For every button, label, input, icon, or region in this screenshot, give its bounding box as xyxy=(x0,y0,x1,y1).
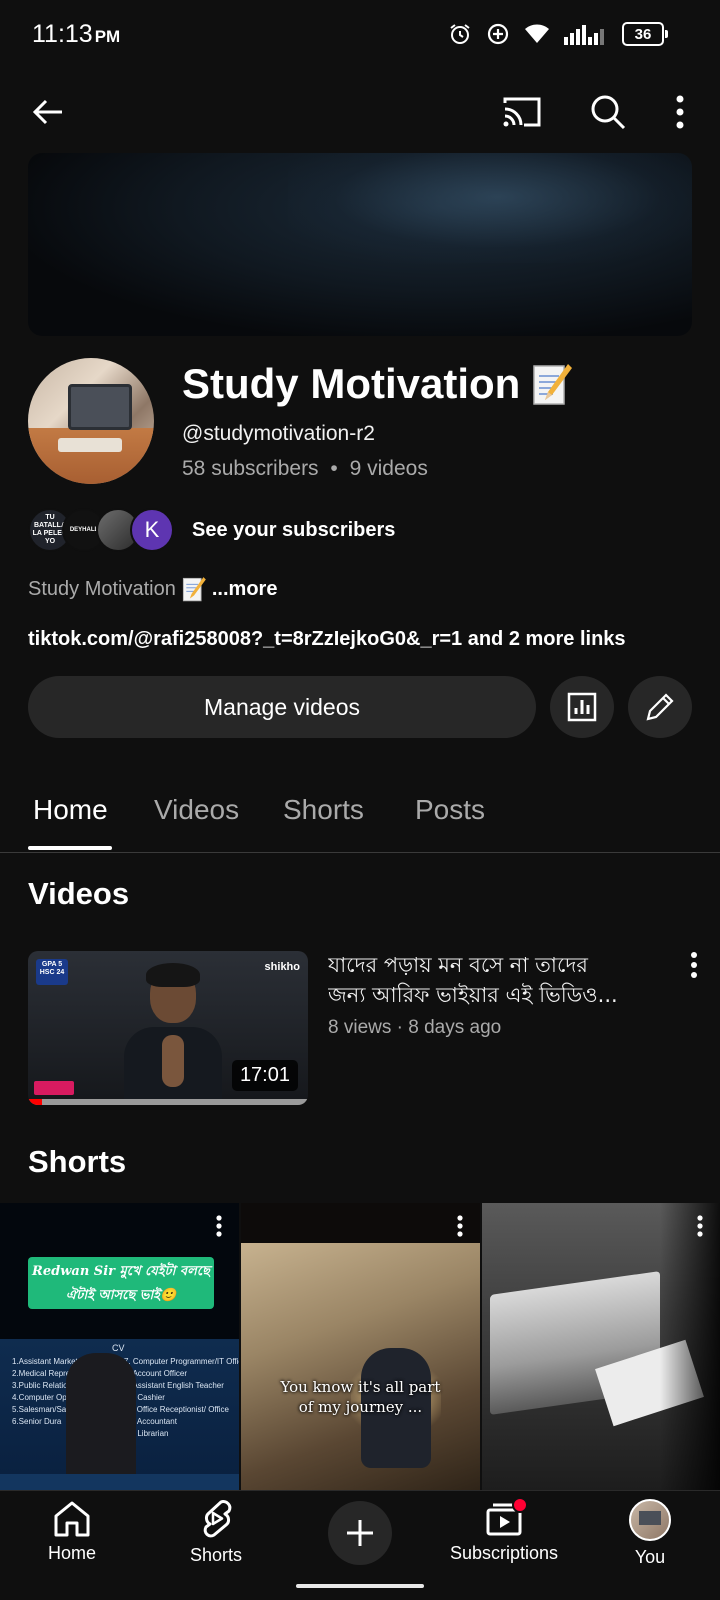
short-caption: You know it's all part of my journey ... xyxy=(280,1378,441,1416)
video-more-button[interactable] xyxy=(680,952,708,982)
nav-shorts-label: Shorts xyxy=(189,1545,243,1565)
active-tab-indicator xyxy=(28,846,112,850)
more-vertical-icon xyxy=(457,1215,463,1237)
plus-icon xyxy=(347,1520,373,1546)
video-title-line: যাদের পড়ায় মন বসে না তাদের xyxy=(328,953,588,977)
tab-posts[interactable]: Posts xyxy=(415,794,485,826)
short-more-button[interactable] xyxy=(209,1215,229,1245)
channel-name: Study Motivation xyxy=(182,360,573,408)
nav-you-label: You xyxy=(634,1547,666,1567)
description-more-link[interactable]: ...more xyxy=(212,578,278,601)
memo-icon xyxy=(532,362,573,406)
video-meta: 8 views · 8 days ago xyxy=(328,1017,502,1038)
cast-icon xyxy=(503,97,541,127)
you-avatar xyxy=(629,1499,671,1541)
gesture-handle[interactable] xyxy=(296,1584,424,1588)
alarm-icon xyxy=(450,24,470,44)
video-duration: 17:01 xyxy=(231,1060,298,1091)
shorts-section-title: Shorts xyxy=(28,1144,127,1179)
status-time: 11:13 PM xyxy=(32,20,121,48)
nav-subscriptions-label: Subscriptions xyxy=(449,1543,559,1563)
back-button[interactable] xyxy=(24,88,72,136)
thumbnail-logo: shikho xyxy=(264,961,300,973)
thumbnail-badge: GPA 5 HSC 24 xyxy=(36,959,68,985)
cast-button[interactable] xyxy=(498,88,546,136)
wifi-icon xyxy=(525,24,549,43)
short-caption-banner: Redwan Sir মুখে যেইটা বলছে ঐটাই আসছে ভাই… xyxy=(28,1257,214,1309)
short-more-button[interactable] xyxy=(690,1215,710,1245)
channel-stats: 58 subscribers • 9 videos xyxy=(182,457,428,481)
more-vertical-icon xyxy=(676,95,684,129)
channel-avatar[interactable] xyxy=(28,358,154,484)
more-vertical-icon xyxy=(216,1215,222,1237)
channel-page: 11:13 PM 36 Study Motivation @studymotiv… xyxy=(0,0,720,1600)
create-button[interactable] xyxy=(328,1501,392,1565)
video-title[interactable]: যাদের পড়ায় মন বসে না তাদের জন্য আরিফ ভ… xyxy=(328,950,664,1010)
thumbnail-person xyxy=(124,963,222,1105)
channel-handle: @studymotivation-r2 xyxy=(182,422,375,445)
short-person xyxy=(66,1353,136,1490)
short-item[interactable] xyxy=(482,1203,720,1490)
status-bar: 11:13 PM 36 xyxy=(0,0,720,72)
nav-subscriptions[interactable]: Subscriptions xyxy=(434,1497,574,1579)
status-ampm: PM xyxy=(94,27,121,46)
more-vertical-icon xyxy=(691,952,697,978)
watch-progress-bar xyxy=(28,1099,308,1105)
channel-description[interactable]: Study Motivation ...more xyxy=(28,576,277,602)
signal-icon xyxy=(564,25,604,45)
top-app-bar xyxy=(0,80,720,144)
edit-channel-button[interactable] xyxy=(628,676,692,738)
videos-section-title: Videos xyxy=(28,876,130,911)
nav-shorts[interactable]: Shorts xyxy=(146,1499,286,1579)
see-subscribers-link[interactable]: See your subscribers xyxy=(192,519,395,542)
nav-you[interactable]: You xyxy=(580,1499,720,1579)
channel-name-text: Study Motivation xyxy=(182,360,521,407)
stats-separator: • xyxy=(330,457,338,480)
thumbnail-call-badge xyxy=(34,1081,74,1095)
analytics-button[interactable] xyxy=(550,676,614,738)
nav-home[interactable]: Home xyxy=(2,1499,142,1579)
subscriber-avatar: K xyxy=(130,508,174,552)
more-options-button[interactable] xyxy=(656,88,704,136)
shorts-icon xyxy=(203,1500,232,1538)
notification-dot xyxy=(512,1497,528,1513)
battery-indicator: 36 xyxy=(622,22,668,46)
memo-icon xyxy=(182,577,206,602)
short-scene xyxy=(482,1203,720,1490)
nav-home-label: Home xyxy=(47,1543,96,1563)
tab-home[interactable]: Home xyxy=(33,794,108,826)
channel-banner xyxy=(28,153,692,336)
video-title-line: জন্য আরিফ ভাইয়ার এই ভিডিও... xyxy=(328,983,618,1007)
tab-videos[interactable]: Videos xyxy=(154,794,239,826)
search-button[interactable] xyxy=(584,88,632,136)
video-thumbnail[interactable]: GPA 5 HSC 24 shikho 17:01 xyxy=(28,951,308,1105)
data-saver-icon xyxy=(487,23,509,45)
short-more-button[interactable] xyxy=(450,1215,470,1245)
video-count: 9 videos xyxy=(349,457,428,480)
channel-tabs: Home Videos Shorts Posts xyxy=(0,780,720,853)
see-subscribers-row[interactable]: TU BATALLA LA PELEO YO DEYHALL K See you… xyxy=(28,507,395,553)
manage-videos-button[interactable]: Manage videos xyxy=(28,676,536,738)
watch-progress-fill xyxy=(28,1099,42,1105)
analytics-icon xyxy=(567,692,597,722)
home-icon xyxy=(54,1501,90,1537)
status-icons: 36 xyxy=(448,22,668,46)
short-item[interactable]: You know it's all part of my journey ... xyxy=(241,1203,480,1490)
short-scene xyxy=(241,1243,480,1490)
back-arrow-icon xyxy=(32,99,62,125)
channel-links[interactable]: tiktok.com/@rafi258008?_t=8rZzIejkoG0&_r… xyxy=(28,628,626,651)
more-vertical-icon xyxy=(697,1215,703,1237)
tab-shorts[interactable]: Shorts xyxy=(283,794,364,826)
search-icon xyxy=(591,95,626,130)
short-item[interactable]: Redwan Sir মুখে যেইটা বলছে ঐটাই আসছে ভাই… xyxy=(0,1203,239,1490)
pencil-icon xyxy=(646,693,674,721)
description-text: Study Motivation xyxy=(28,577,176,600)
subscriber-count: 58 subscribers xyxy=(182,457,319,480)
